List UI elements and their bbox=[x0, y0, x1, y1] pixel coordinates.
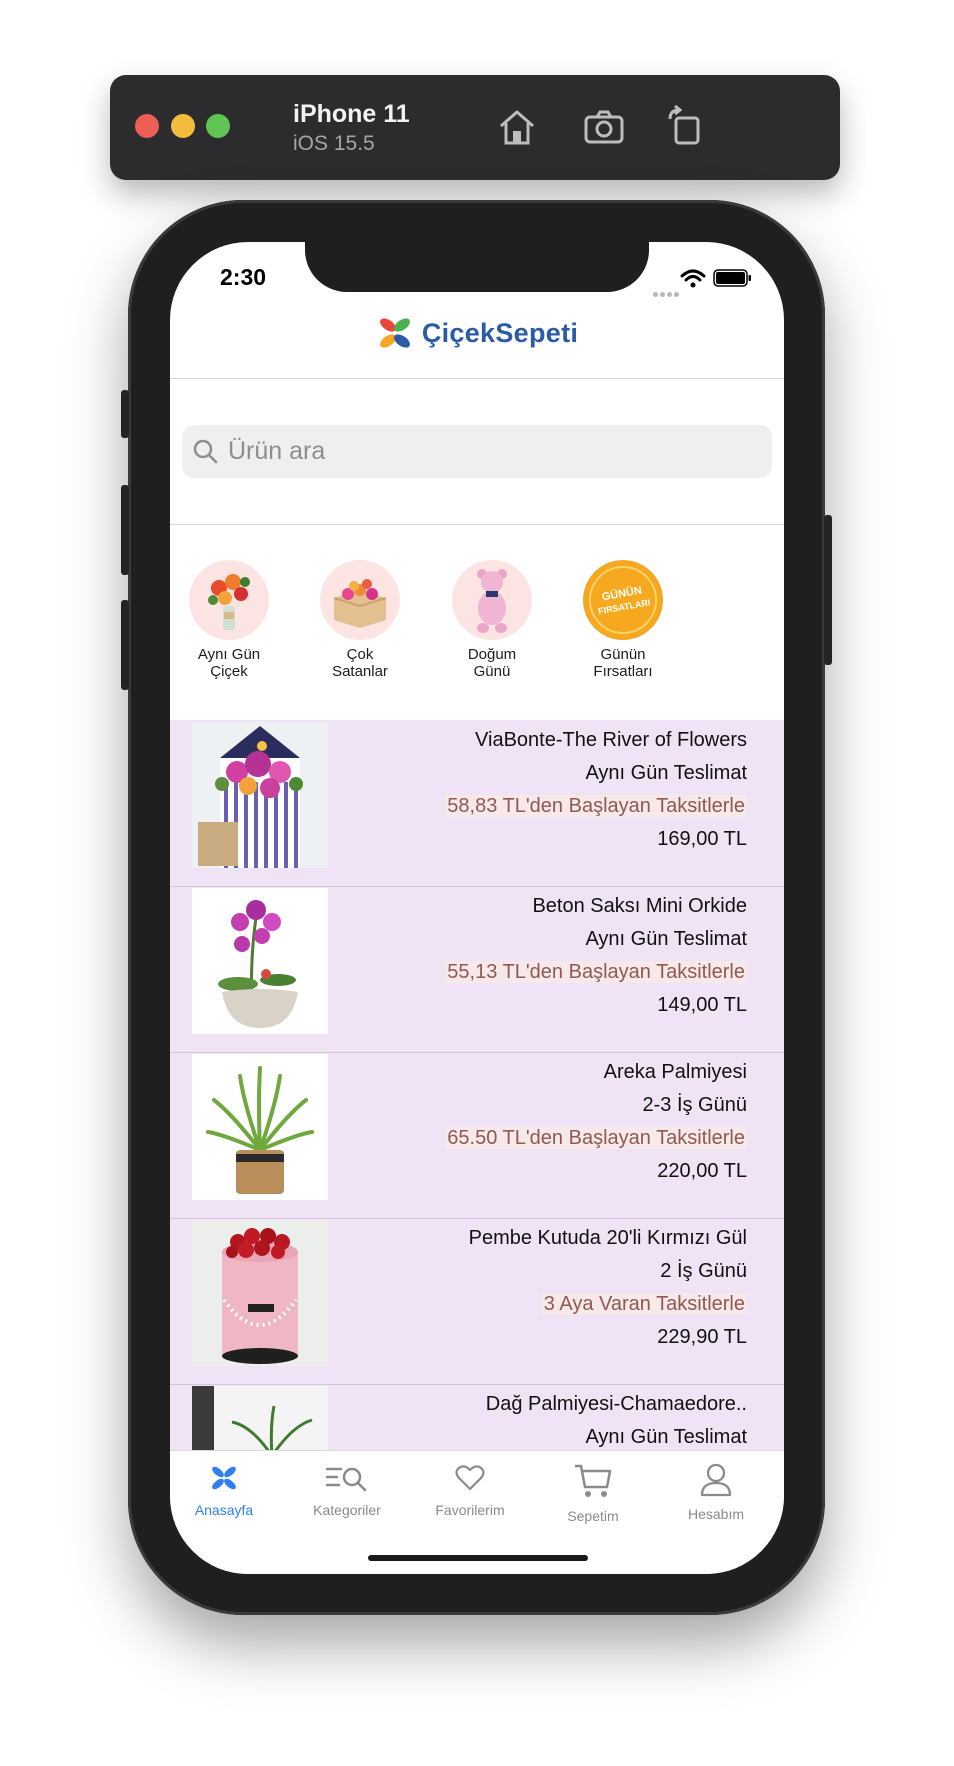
zoom-window-button[interactable] bbox=[206, 114, 230, 138]
heart-icon bbox=[455, 1465, 485, 1491]
tab-account[interactable]: Hesabım bbox=[656, 1463, 776, 1522]
product-installment: 65.50 TL'den Başlayan Taksitlerle bbox=[445, 1127, 747, 1149]
product-image bbox=[192, 722, 328, 868]
flower-box-icon bbox=[320, 560, 400, 640]
category-same-day-flowers[interactable]: Aynı Gün Çiçek bbox=[179, 560, 279, 680]
tab-label: Kategoriler bbox=[313, 1502, 381, 1518]
product-image bbox=[192, 1054, 328, 1200]
search-bar[interactable] bbox=[182, 425, 772, 478]
product-row[interactable]: Beton Saksı Mini Orkide Aynı Gün Teslima… bbox=[170, 886, 784, 1053]
product-image bbox=[192, 1220, 328, 1366]
simulator-toolbar: iPhone 11 iOS 15.5 bbox=[110, 75, 840, 180]
app-logo: ÇiçekSepeti bbox=[170, 310, 784, 356]
product-price: 229,90 TL bbox=[657, 1326, 747, 1348]
mute-switch bbox=[121, 390, 129, 438]
volume-down-button bbox=[121, 600, 129, 690]
app-screen: 2:30 ÇiçekSepeti Ürün ara Aynı Gün Çiçek… bbox=[170, 242, 784, 1574]
cicek-sepeti-logo-icon bbox=[379, 318, 410, 348]
product-delivery: Aynı Gün Teslimat bbox=[585, 762, 747, 784]
category-daily-deals[interactable]: GÜNÜN FIRSATLARI Günün Fırsatları bbox=[573, 560, 673, 680]
product-image bbox=[192, 888, 328, 1034]
minimize-window-button[interactable] bbox=[171, 114, 195, 138]
notch bbox=[305, 242, 649, 292]
tab-label: Anasayfa bbox=[194, 1502, 254, 1518]
power-button bbox=[824, 515, 832, 665]
cart-icon bbox=[575, 1464, 612, 1497]
tab-label: Hesabım bbox=[687, 1506, 745, 1522]
product-info: Areka Palmiyesi 2-3 İş Günü 65.50 TL'den… bbox=[445, 1056, 747, 1188]
category-best-sellers[interactable]: Çok Satanlar bbox=[310, 560, 410, 680]
tab-categories[interactable]: Kategoriler bbox=[287, 1463, 407, 1518]
tab-label: Sepetim bbox=[567, 1508, 619, 1524]
product-info: Dağ Palmiyesi-Chamaedore.. Aynı Gün Tesl… bbox=[486, 1388, 747, 1450]
product-price: 149,00 TL bbox=[657, 994, 747, 1016]
product-row[interactable]: Pembe Kutuda 20'li Kırmızı Gül 2 İş Günü… bbox=[170, 1218, 784, 1385]
categories-icon bbox=[325, 1467, 367, 1492]
signal-icon bbox=[653, 284, 681, 302]
product-row[interactable]: ViaBonte-The River of Flowers Aynı Gün T… bbox=[170, 720, 784, 887]
rotate-icon bbox=[668, 104, 700, 145]
category-label: Doğum Günü bbox=[467, 646, 517, 680]
home-button[interactable] bbox=[495, 105, 539, 149]
product-name: ViaBonte-The River of Flowers bbox=[475, 729, 747, 751]
volume-up-button bbox=[121, 485, 129, 575]
product-installment: 55,13 TL'den Başlayan Taksitlerle bbox=[445, 961, 747, 983]
product-delivery: Aynı Gün Teslimat bbox=[585, 928, 747, 950]
product-info: ViaBonte-The River of Flowers Aynı Gün T… bbox=[445, 724, 747, 856]
product-row[interactable]: Dağ Palmiyesi-Chamaedore.. Aynı Gün Tesl… bbox=[170, 1384, 784, 1450]
battery-icon bbox=[713, 269, 751, 287]
status-time: 2:30 bbox=[220, 264, 267, 290]
camera-icon bbox=[584, 110, 624, 144]
teddy-bear-icon bbox=[452, 560, 532, 640]
product-installment: 58,83 TL'den Başlayan Taksitlerle bbox=[445, 795, 747, 817]
product-name: Areka Palmiyesi bbox=[603, 1061, 747, 1083]
search-divider bbox=[170, 524, 784, 525]
product-delivery: 2 İş Günü bbox=[660, 1260, 747, 1282]
screenshot-button[interactable] bbox=[582, 105, 626, 149]
product-name: Dağ Palmiyesi-Chamaedore.. bbox=[485, 1393, 747, 1415]
product-installment: 3 Aya Varan Taksitlerle bbox=[541, 1293, 747, 1315]
product-info: Pembe Kutuda 20'li Kırmızı Gül 2 İş Günü… bbox=[469, 1222, 747, 1354]
product-name: Beton Saksı Mini Orkide bbox=[532, 895, 747, 917]
category-label: Çok Satanlar bbox=[332, 646, 388, 680]
rotate-button[interactable] bbox=[662, 104, 706, 149]
tab-label: Favorilerim bbox=[435, 1502, 505, 1518]
search-icon bbox=[193, 439, 218, 464]
deal-badge-icon: GÜNÜN FIRSATLARI bbox=[583, 560, 663, 640]
wifi-icon bbox=[680, 269, 706, 288]
product-delivery: 2-3 İş Günü bbox=[642, 1094, 747, 1116]
tab-favorites[interactable]: Favorilerim bbox=[410, 1463, 530, 1518]
header-divider bbox=[170, 378, 784, 379]
product-list[interactable]: ViaBonte-The River of Flowers Aynı Gün T… bbox=[170, 720, 784, 1450]
home-flower-icon bbox=[212, 1466, 236, 1490]
simulator-os-version: iOS 15.5 bbox=[293, 132, 375, 155]
home-icon bbox=[500, 110, 534, 145]
simulator-device-name: iPhone 11 bbox=[293, 100, 410, 128]
product-info: Beton Saksı Mini Orkide Aynı Gün Teslima… bbox=[445, 890, 747, 1022]
product-name: Pembe Kutuda 20'li Kırmızı Gül bbox=[468, 1227, 747, 1249]
product-delivery: Aynı Gün Teslimat bbox=[585, 1426, 747, 1448]
close-window-button[interactable] bbox=[135, 114, 159, 138]
category-birthday[interactable]: Doğum Günü bbox=[442, 560, 542, 680]
product-image bbox=[192, 1386, 328, 1450]
logo-text: ÇiçekSepeti bbox=[421, 317, 579, 348]
product-price: 169,00 TL bbox=[657, 828, 747, 850]
tab-home[interactable]: Anasayfa bbox=[170, 1463, 284, 1518]
search-input[interactable] bbox=[228, 425, 748, 478]
tab-cart[interactable]: Sepetim bbox=[533, 1463, 653, 1524]
category-label: Aynı Gün Çiçek bbox=[197, 646, 261, 680]
account-icon bbox=[700, 1463, 732, 1497]
product-price: 220,00 TL bbox=[657, 1160, 747, 1182]
product-row[interactable]: Areka Palmiyesi 2-3 İş Günü 65.50 TL'den… bbox=[170, 1052, 784, 1219]
category-label: Günün Fırsatları bbox=[593, 646, 653, 680]
bouquet-icon bbox=[189, 560, 269, 640]
home-indicator[interactable] bbox=[368, 1555, 588, 1561]
